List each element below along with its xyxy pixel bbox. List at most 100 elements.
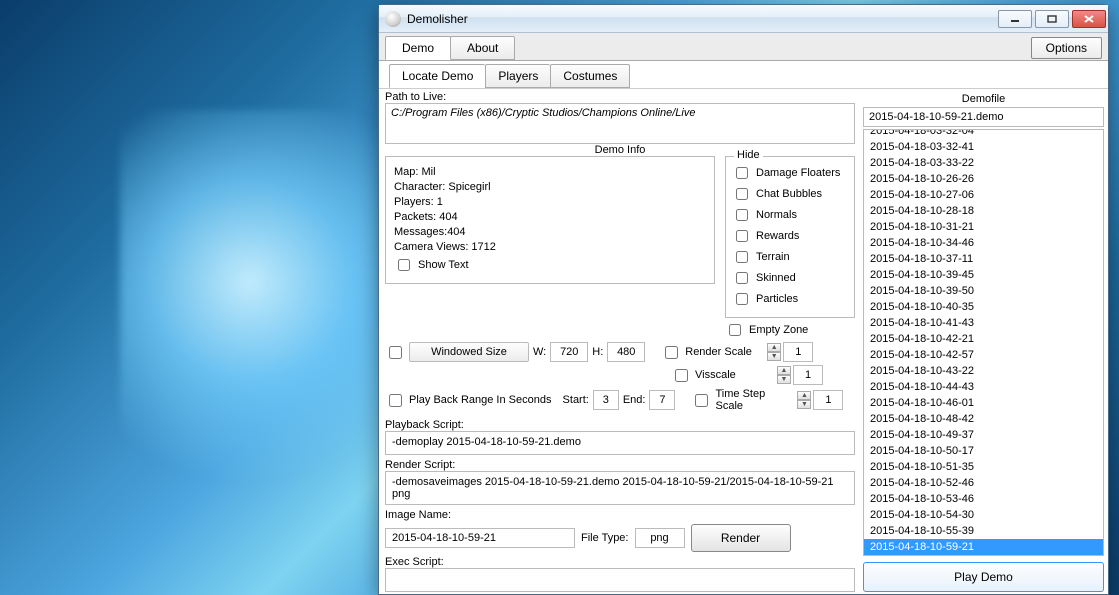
- playback-range-checkbox[interactable]: [389, 394, 402, 407]
- exec-script-label: Exec Script:: [385, 556, 855, 568]
- render-button[interactable]: Render: [691, 524, 791, 552]
- close-button[interactable]: [1072, 10, 1106, 28]
- timestep-up[interactable]: ▲: [797, 391, 811, 400]
- render-scale-input[interactable]: [783, 342, 813, 362]
- list-item[interactable]: 2015-04-18-10-37-11: [864, 251, 1103, 267]
- timestep-input[interactable]: [813, 390, 843, 410]
- show-text-label: Show Text: [418, 259, 469, 271]
- titlebar[interactable]: Demolisher: [379, 5, 1108, 33]
- list-item[interactable]: 2015-04-18-03-33-22: [864, 155, 1103, 171]
- info-messages: Messages:404: [394, 226, 706, 238]
- end-input[interactable]: [649, 390, 675, 410]
- hide-skinned-checkbox[interactable]: [736, 272, 748, 284]
- w-label: W:: [533, 346, 546, 358]
- list-item[interactable]: 2015-04-18-10-43-22: [864, 363, 1103, 379]
- render-scale-checkbox[interactable]: [665, 346, 678, 359]
- list-item[interactable]: 2015-04-18-10-46-01: [864, 395, 1103, 411]
- visscale-checkbox[interactable]: [675, 369, 688, 382]
- list-item[interactable]: 2015-04-18-10-31-21: [864, 219, 1103, 235]
- list-item[interactable]: 2015-04-18-10-42-57: [864, 347, 1103, 363]
- list-item[interactable]: 2015-04-18-03-32-04: [864, 129, 1103, 139]
- info-character: Character: Spicegirl: [394, 181, 706, 193]
- list-item[interactable]: 2015-04-18-10-44-43: [864, 379, 1103, 395]
- empty-zone-label: Empty Zone: [749, 324, 808, 336]
- show-text-checkbox[interactable]: [398, 259, 410, 271]
- hide-particles-checkbox[interactable]: [736, 293, 748, 305]
- minimize-button[interactable]: [998, 10, 1032, 28]
- timestep-down[interactable]: ▼: [797, 400, 811, 409]
- render-scale-down[interactable]: ▼: [767, 352, 781, 361]
- windowed-size-button[interactable]: Windowed Size: [409, 342, 529, 362]
- list-item[interactable]: 2015-04-18-10-28-18: [864, 203, 1103, 219]
- info-players: Players: 1: [394, 196, 706, 208]
- demofile-label: Demofile: [962, 93, 1005, 105]
- maximize-button[interactable]: [1035, 10, 1069, 28]
- visscale-label: Visscale: [695, 369, 773, 381]
- hide-legend: Hide: [734, 149, 763, 161]
- list-item[interactable]: 2015-04-18-10-42-21: [864, 331, 1103, 347]
- start-input[interactable]: [593, 390, 619, 410]
- list-item[interactable]: 2015-04-18-10-40-35: [864, 299, 1103, 315]
- play-demo-button[interactable]: Play Demo: [863, 562, 1104, 592]
- path-field[interactable]: C:/Program Files (x86)/Cryptic Studios/C…: [385, 103, 855, 144]
- h-label: H:: [592, 346, 603, 358]
- render-script-label: Render Script:: [385, 459, 855, 471]
- start-label: Start:: [563, 394, 589, 406]
- list-item[interactable]: 2015-04-18-10-26-26: [864, 171, 1103, 187]
- list-item[interactable]: 2015-04-18-10-39-50: [864, 283, 1103, 299]
- list-item[interactable]: 2015-04-18-10-41-43: [864, 315, 1103, 331]
- render-scale-label: Render Scale: [685, 346, 763, 358]
- timestep-label: Time Step Scale: [715, 388, 793, 412]
- exec-script-field[interactable]: [385, 568, 855, 592]
- render-script-field[interactable]: -demosaveimages 2015-04-18-10-59-21.demo…: [385, 471, 855, 505]
- list-item[interactable]: 2015-04-18-10-54-30: [864, 507, 1103, 523]
- image-name-input[interactable]: [385, 528, 575, 548]
- hide-damage-floaters-checkbox[interactable]: [736, 167, 748, 179]
- w-input[interactable]: [550, 342, 588, 362]
- subtab-costumes[interactable]: Costumes: [550, 64, 630, 88]
- list-item[interactable]: 2015-04-18-03-32-41: [864, 139, 1103, 155]
- hide-terrain-checkbox[interactable]: [736, 251, 748, 263]
- end-label: End:: [623, 394, 646, 406]
- list-item[interactable]: 2015-04-18-10-53-46: [864, 491, 1103, 507]
- demo-info-title: Demo Info: [385, 144, 855, 156]
- list-item[interactable]: 2015-04-18-10-48-42: [864, 411, 1103, 427]
- hide-chat-bubbles-checkbox[interactable]: [736, 188, 748, 200]
- playback-range-label: Play Back Range In Seconds: [409, 394, 551, 406]
- list-item[interactable]: 2015-04-18-10-59-21: [864, 539, 1103, 555]
- path-label: Path to Live:: [385, 91, 855, 103]
- file-type-input[interactable]: [635, 528, 685, 548]
- list-item[interactable]: 2015-04-18-10-27-06: [864, 187, 1103, 203]
- tab-demo[interactable]: Demo: [385, 36, 451, 60]
- visscale-up[interactable]: ▲: [777, 366, 791, 375]
- app-window: Demolisher Demo About Options Locate Dem…: [378, 4, 1109, 595]
- info-packets: Packets: 404: [394, 211, 706, 223]
- hide-group: Hide Damage Floaters Chat Bubbles Normal…: [725, 156, 855, 318]
- list-item[interactable]: 2015-04-18-10-52-46: [864, 475, 1103, 491]
- list-item[interactable]: 2015-04-18-10-51-35: [864, 459, 1103, 475]
- list-item[interactable]: 2015-04-18-10-49-37: [864, 427, 1103, 443]
- hide-normals-checkbox[interactable]: [736, 209, 748, 221]
- list-item[interactable]: 2015-04-18-10-55-39: [864, 523, 1103, 539]
- hide-rewards-checkbox[interactable]: [736, 230, 748, 242]
- list-item[interactable]: 2015-04-18-10-39-45: [864, 267, 1103, 283]
- subtab-players[interactable]: Players: [485, 64, 550, 88]
- empty-zone-checkbox[interactable]: [729, 324, 741, 336]
- playback-script-field[interactable]: -demoplay 2015-04-18-10-59-21.demo: [385, 431, 855, 455]
- demofile-field[interactable]: 2015-04-18-10-59-21.demo: [863, 107, 1104, 127]
- render-scale-up[interactable]: ▲: [767, 343, 781, 352]
- list-item[interactable]: 2015-04-18-10-50-17: [864, 443, 1103, 459]
- demo-file-list[interactable]: 2015-04-18-03-31-592015-04-18-03-32-0420…: [863, 129, 1104, 556]
- timestep-checkbox[interactable]: [695, 394, 708, 407]
- visscale-input[interactable]: [793, 365, 823, 385]
- window-title: Demolisher: [407, 12, 468, 26]
- info-camera: Camera Views: 1712: [394, 241, 706, 253]
- options-button[interactable]: Options: [1031, 37, 1102, 59]
- list-item[interactable]: 2015-04-18-10-34-46: [864, 235, 1103, 251]
- tab-about[interactable]: About: [450, 36, 515, 60]
- visscale-down[interactable]: ▼: [777, 375, 791, 384]
- h-input[interactable]: [607, 342, 645, 362]
- info-map: Map: Mil: [394, 166, 706, 178]
- subtab-locate-demo[interactable]: Locate Demo: [389, 64, 485, 88]
- windowed-checkbox[interactable]: [389, 346, 402, 359]
